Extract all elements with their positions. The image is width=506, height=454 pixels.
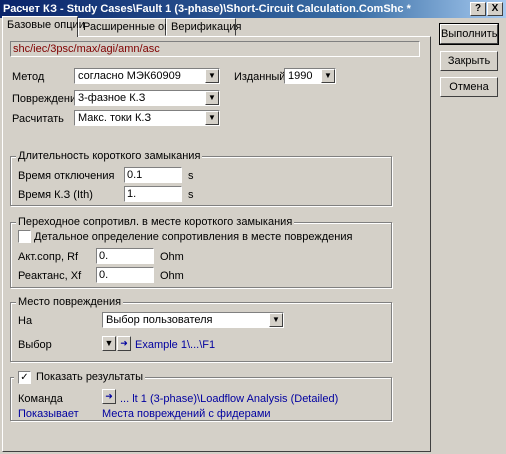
selection-value[interactable]: Example 1\...\F1 [135,338,215,352]
jump-arrow-button[interactable]: ➜ [102,389,116,404]
location-at-select[interactable]: Выбор пользователя ▼ [102,312,284,328]
help-button[interactable]: ? [470,2,486,16]
window-title: Расчет КЗ - Study Cases\Fault 1 (3-phase… [3,3,411,15]
xf-label: Реактанс, Xf [18,270,82,282]
cancel-button[interactable]: Отмена [440,77,498,97]
edition-select[interactable]: 1990 ▼ [284,68,336,84]
edition-label: Изданный [234,71,286,83]
rf-field[interactable]: 0. [96,248,154,264]
calculate-label: Расчитать [12,113,64,125]
execute-button[interactable]: Выполнить [439,23,499,45]
calculate-select[interactable]: Макс. токи К.З ▼ [74,110,220,126]
fault-type-select[interactable]: 3-фазное К.З ▼ [74,90,220,106]
detailed-impedance-label: Детальное определение сопротивления в ме… [34,231,353,243]
location-at-value: Выбор пользователя [106,314,213,326]
selection-label: Выбор [18,339,52,351]
fault-type-label: Повреждение [12,93,83,105]
clear-time-label: Время отключения [18,170,115,182]
shows-label: Показывает [18,408,79,420]
calculate-value: Макс. токи К.З [78,112,152,124]
command-value[interactable]: ... lt 1 (3-phase)\Loadflow Analysis (De… [120,392,338,406]
fault-type-value: 3-фазное К.З [78,92,146,104]
fault-time-unit: s [188,189,194,201]
method-value: согласно МЭК60909 [78,70,181,82]
method-select[interactable]: согласно МЭК60909 ▼ [74,68,220,84]
tab-verification[interactable]: Верификация [166,18,242,36]
close-button[interactable]: Закрыть [440,51,498,71]
show-results-label: Показать результаты [14,370,146,384]
chevron-down-icon[interactable]: ▼ [269,313,283,327]
fault-time-label: Время К.З (Ith) [18,189,93,201]
fault-location-group-title: Место повреждения [16,295,124,309]
fault-time-field[interactable]: 1. [124,186,182,202]
fault-impedance-group-title: Переходное сопротивл. в месте короткого … [16,215,295,229]
rf-unit: Ohm [160,251,184,263]
clear-time-field[interactable]: 0.1 [124,167,182,183]
close-window-button[interactable]: X [487,2,503,16]
calculation-path: shc/iec/3psc/max/agi/amn/asc [10,41,420,57]
method-label: Метод [12,71,45,83]
fault-location-group [10,302,392,362]
chevron-down-icon[interactable]: ▼ [205,91,219,105]
chevron-down-icon[interactable]: ▼ [205,111,219,125]
rf-label: Акт.сопр, Rf [18,251,79,263]
tab-basic-options[interactable]: Базовые опции [2,16,85,37]
edition-value: 1990 [288,70,313,82]
chevron-down-icon[interactable]: ▼ [321,69,335,83]
chevron-down-icon[interactable]: ▼ [205,69,219,83]
jump-arrow-button[interactable]: ➜ [117,336,131,351]
show-results-checkbox[interactable]: ✓ [18,371,31,384]
dropdown-arrow-button[interactable]: ▼ [102,336,116,351]
clear-time-unit: s [188,170,194,182]
tab-advanced-options[interactable]: Расширенные опции [78,18,189,36]
location-at-label: На [18,315,33,327]
xf-unit: Ohm [160,270,184,282]
shows-value: Места повреждений с фидерами [102,408,271,420]
detailed-impedance-checkbox[interactable] [18,230,31,243]
duration-group-title: Длительность короткого замыкания [16,149,203,163]
xf-field[interactable]: 0. [96,267,154,283]
command-label: Команда [18,393,63,405]
